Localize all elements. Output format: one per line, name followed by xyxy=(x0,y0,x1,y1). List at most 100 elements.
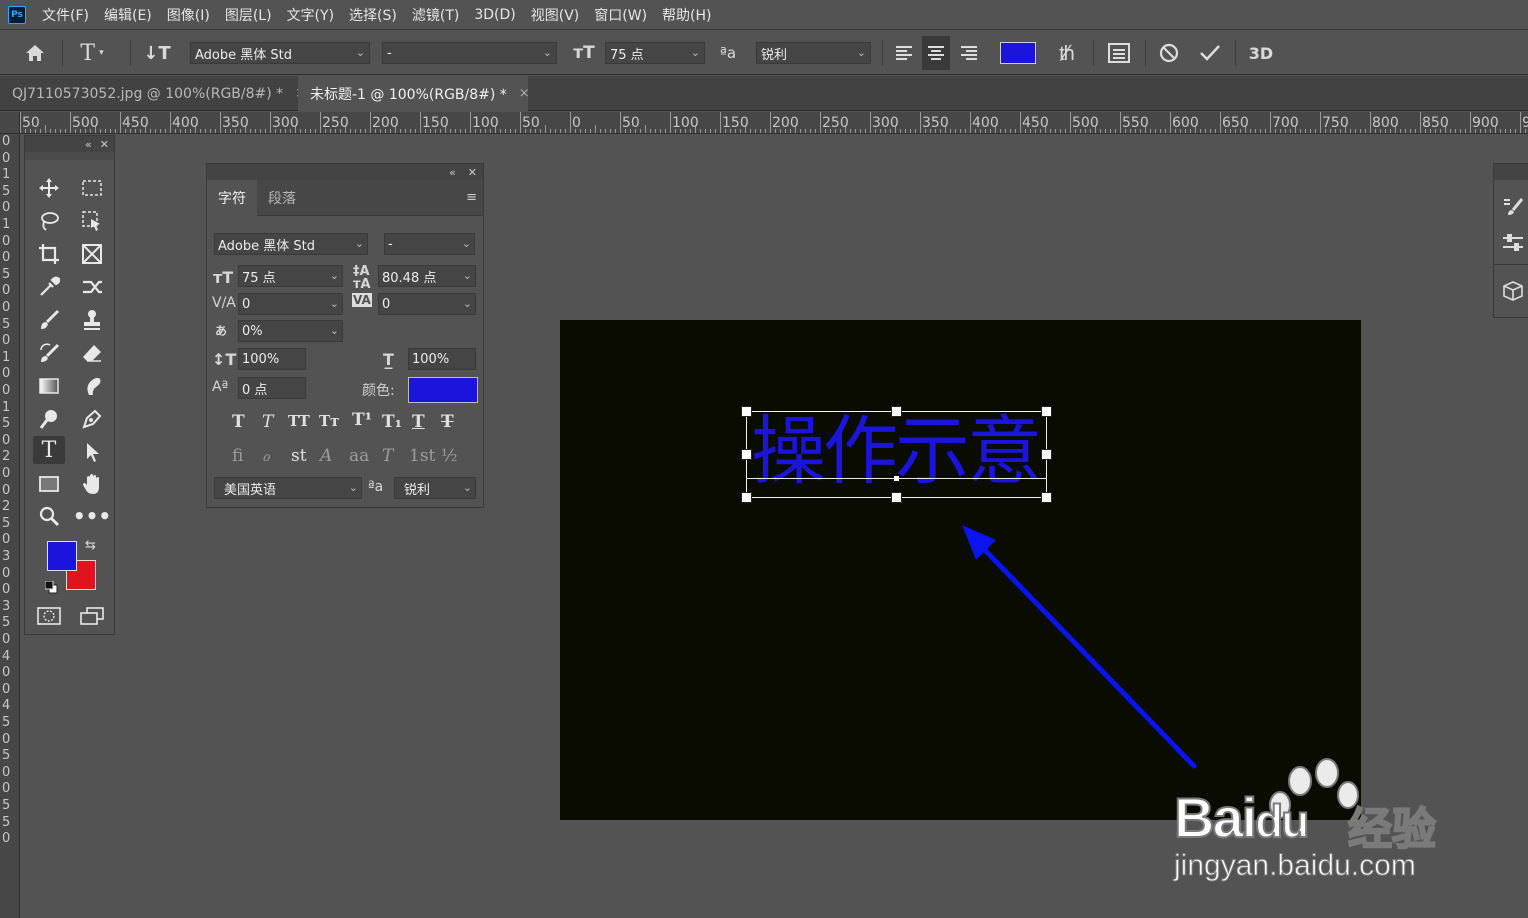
menu-file[interactable]: 文件(F) xyxy=(42,5,89,25)
adjustments-icon[interactable] xyxy=(1502,232,1524,258)
canvas-text-layer[interactable]: 操作示意 xyxy=(751,408,1042,494)
tsume-field[interactable]: 0% ⌄ xyxy=(238,320,343,342)
font-size-field[interactable]: 75 点 ⌄ xyxy=(238,265,343,287)
ligatures-icon[interactable]: fi xyxy=(232,446,243,466)
warp-text-icon[interactable]: ᵺ xyxy=(1052,31,1082,75)
object-selection-tool-icon[interactable] xyxy=(76,207,108,235)
content-aware-move-icon[interactable] xyxy=(76,273,108,301)
commit-check-icon[interactable] xyxy=(1196,31,1224,75)
menu-edit[interactable]: 编辑(E) xyxy=(104,5,152,25)
tab-paragraph[interactable]: 段落 xyxy=(257,180,307,216)
text-color-swatch[interactable] xyxy=(1000,42,1036,64)
faux-bold-icon[interactable]: T xyxy=(232,412,245,432)
rectangle-tool-icon[interactable] xyxy=(33,470,65,498)
move-tool-icon[interactable] xyxy=(33,174,65,202)
toggle-panels-icon[interactable] xyxy=(1103,31,1135,75)
swash-icon[interactable]: A xyxy=(320,446,332,466)
menu-select[interactable]: 选择(S) xyxy=(349,5,397,25)
transform-handle[interactable] xyxy=(891,492,902,503)
leading-field[interactable]: 80.48 点 ⌄ xyxy=(378,265,476,287)
transform-handle[interactable] xyxy=(741,406,752,417)
small-caps-icon[interactable]: Tᴛ xyxy=(319,412,339,430)
crop-tool-icon[interactable] xyxy=(33,240,65,268)
antialias-select[interactable]: 锐利 ⌄ xyxy=(394,477,476,499)
frame-tool-icon[interactable] xyxy=(76,240,108,268)
foreground-color-swatch[interactable] xyxy=(47,541,77,571)
antialias-select[interactable]: 锐利 ⌄ xyxy=(756,42,871,64)
vertical-ruler[interactable]: 0015010050050100150200250300350400450500… xyxy=(0,112,20,918)
discretionary-ligatures-icon[interactable]: st xyxy=(291,446,307,466)
menu-filter[interactable]: 滤镜(T) xyxy=(412,5,459,25)
tracking-field[interactable]: 0 ⌄ xyxy=(378,293,476,315)
close-icon[interactable]: ✕ xyxy=(468,166,477,179)
3d-cube-icon[interactable] xyxy=(1502,280,1524,306)
faux-italic-icon[interactable]: T xyxy=(262,412,273,432)
stamp-tool-icon[interactable] xyxy=(76,306,108,334)
path-selection-tool-icon[interactable] xyxy=(76,438,108,466)
menu-window[interactable]: 窗口(W) xyxy=(594,5,647,25)
transform-handle[interactable] xyxy=(1041,449,1052,460)
titling-alternates-icon[interactable]: T xyxy=(382,446,393,466)
zoom-tool-icon[interactable] xyxy=(33,502,65,530)
ordinals-icon[interactable]: 1st xyxy=(409,446,435,466)
underline-icon[interactable]: T xyxy=(412,412,425,432)
menu-3d[interactable]: 3D(D) xyxy=(474,7,515,23)
subscript-icon[interactable]: T₁ xyxy=(382,412,402,432)
fractions-icon[interactable]: ½ xyxy=(441,446,457,466)
swap-colors-icon[interactable]: ⇆ xyxy=(85,538,96,553)
tab-document-1[interactable]: QJ7110573052.jpg @ 100%(RGB/8#) *× xyxy=(0,76,306,111)
hand-tool-icon[interactable] xyxy=(76,470,108,498)
collapse-icon[interactable]: « xyxy=(449,166,456,179)
brush-settings-icon[interactable] xyxy=(1502,196,1524,222)
tab-character[interactable]: 字符 xyxy=(207,180,257,216)
font-style-select[interactable]: - ⌄ xyxy=(384,233,475,255)
default-colors-icon[interactable] xyxy=(44,579,58,594)
cancel-icon[interactable] xyxy=(1155,31,1183,75)
font-family-select[interactable]: Adobe 黑体 Std ⌄ xyxy=(190,42,370,64)
document-canvas[interactable]: 操作示意 xyxy=(560,320,1361,820)
font-family-select[interactable]: Adobe 黑体 Std ⌄ xyxy=(214,233,368,255)
lasso-tool-icon[interactable] xyxy=(33,207,65,235)
close-icon[interactable]: × xyxy=(519,86,530,101)
text-color-swatch[interactable] xyxy=(408,377,478,403)
strikethrough-icon[interactable]: T xyxy=(441,412,454,432)
align-left-icon[interactable] xyxy=(890,31,918,75)
menu-layer[interactable]: 图层(L) xyxy=(225,5,272,25)
eraser-tool-icon[interactable] xyxy=(76,339,108,367)
language-select[interactable]: 美国英语 ⌄ xyxy=(214,477,362,499)
home-icon[interactable] xyxy=(20,31,50,75)
type-tool-preset-icon[interactable]: T ▾ xyxy=(72,31,112,75)
transform-handle[interactable] xyxy=(1041,492,1052,503)
panel-grip[interactable] xyxy=(25,152,114,160)
baseline-shift-field[interactable]: 0 点 xyxy=(238,377,306,399)
menu-view[interactable]: 视图(V) xyxy=(531,5,580,25)
stylistic-alternates-icon[interactable]: aa xyxy=(349,446,369,466)
3d-button[interactable]: 3D xyxy=(1245,31,1277,75)
close-icon[interactable]: ✕ xyxy=(100,138,109,151)
superscript-icon[interactable]: T¹ xyxy=(352,410,372,430)
pen-tool-icon[interactable] xyxy=(76,405,108,433)
marquee-tool-icon[interactable] xyxy=(76,174,108,202)
menu-type[interactable]: 文字(Y) xyxy=(287,5,334,25)
brush-tool-icon[interactable] xyxy=(33,306,65,334)
screen-mode-icon[interactable] xyxy=(76,602,108,630)
gradient-tool-icon[interactable] xyxy=(33,372,65,400)
eyedropper-tool-icon[interactable] xyxy=(33,273,65,301)
kerning-field[interactable]: 0 ⌄ xyxy=(238,293,343,315)
collapse-icon[interactable]: « xyxy=(85,138,92,151)
toggle-orientation-icon[interactable]: ↓T xyxy=(140,31,174,75)
horizontal-ruler[interactable]: 50 500 450 400 350 300 250 200 150 100 50 0 50 100 150… xyxy=(20,112,1528,134)
align-center-icon[interactable] xyxy=(922,36,950,70)
more-tools-icon[interactable]: ••• xyxy=(73,502,111,530)
vertical-scale-field[interactable]: 100% xyxy=(238,348,306,370)
transform-handle[interactable] xyxy=(891,406,902,417)
tab-document-2[interactable]: 未标题-1 @ 100%(RGB/8#) * × xyxy=(298,76,530,111)
panel-menu-icon[interactable]: ≡ xyxy=(466,190,477,205)
quick-mask-icon[interactable] xyxy=(33,602,65,630)
contextual-alternates-icon[interactable]: ℴ xyxy=(262,446,270,466)
font-size-select[interactable]: 75 点 ⌄ xyxy=(605,42,705,64)
transform-handle[interactable] xyxy=(1041,406,1052,417)
font-style-select[interactable]: - ⌄ xyxy=(382,42,557,64)
type-tool-icon[interactable]: T xyxy=(33,436,65,464)
text-bounding-box[interactable]: 操作示意 xyxy=(741,406,1052,503)
